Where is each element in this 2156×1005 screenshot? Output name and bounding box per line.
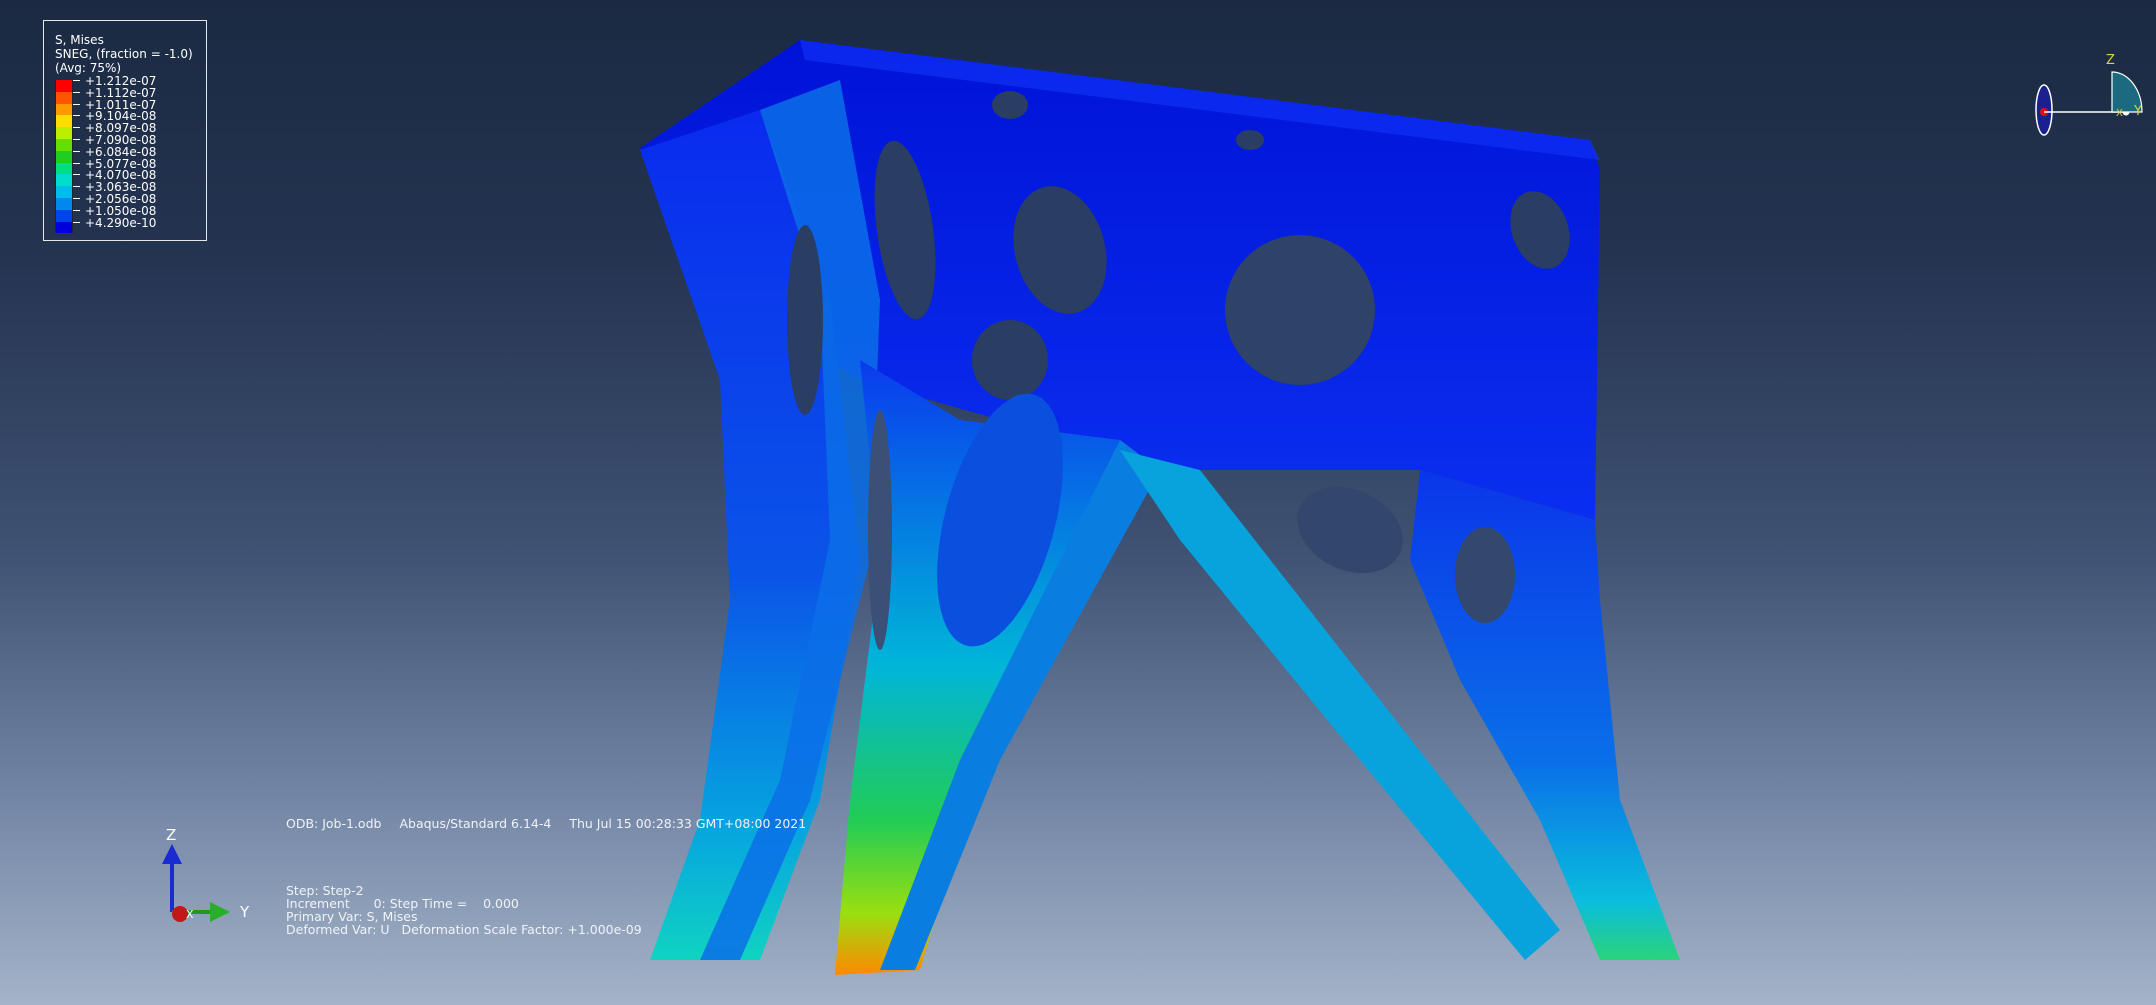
hole <box>1236 130 1264 150</box>
legend-tick <box>73 162 80 164</box>
triad-x-label: X <box>186 908 194 921</box>
legend-tick <box>73 103 80 105</box>
view-triad[interactable]: Z Y X <box>2030 50 2150 140</box>
hole <box>868 410 892 650</box>
hole <box>992 91 1028 119</box>
legend-tick <box>73 197 80 199</box>
legend-title: S, Mises <box>55 33 104 47</box>
hole <box>1455 527 1515 623</box>
deformed-var: Deformed Var: U Deformation Scale Factor… <box>286 922 642 937</box>
contour-legend: S, Mises SNEG, (fraction = -1.0) (Avg: 7… <box>43 20 207 241</box>
legend-value: +4.290e-10 <box>85 215 157 230</box>
legend-entry: +4.290e-10 <box>55 216 206 234</box>
hole <box>1297 486 1403 574</box>
triad-z-label: Z <box>166 826 176 844</box>
view-triad-x-label: X <box>2116 108 2123 119</box>
legend-tick <box>73 221 80 223</box>
legend-tick <box>73 91 80 93</box>
viewport-canvas[interactable]: S, Mises SNEG, (fraction = -1.0) (Avg: 7… <box>0 0 2156 1005</box>
legend-tick <box>73 115 80 117</box>
legend-tick <box>73 209 80 211</box>
legend-swatch <box>55 221 73 234</box>
hole <box>787 225 823 415</box>
legend-tick <box>73 186 80 188</box>
view-triad-z-label: Z <box>2106 53 2115 68</box>
legend-tick <box>73 174 80 176</box>
right-leg <box>1410 470 1680 960</box>
odb-info-line: ODB: Job-1.odb Abaqus/Standard 6.14-4 Thu … <box>286 816 824 831</box>
solver-version: Abaqus/Standard 6.14-4 <box>399 816 552 831</box>
legend-averaging: (Avg: 75%) <box>55 61 122 75</box>
legend-tick <box>73 127 80 129</box>
legend-scale: +1.212e-07 +1.112e-07 +1.011e-07 +9.104e-08… <box>55 74 206 234</box>
legend-tick <box>73 138 80 140</box>
legend-subtitle: SNEG, (fraction = -1.0) <box>55 47 193 61</box>
view-triad-y-label: Y <box>2133 104 2142 119</box>
contour-model[interactable] <box>0 0 2156 1005</box>
coordinate-triad: Z Y X <box>162 826 250 922</box>
step-info: Step: Step-2 Increment 0: Step Time = 0.… <box>286 884 642 936</box>
odb-date: Thu Jul 15 00:28:33 GMT+08:00 2021 <box>569 816 807 831</box>
legend-tick <box>73 80 80 81</box>
legend-tick <box>73 150 80 152</box>
odb-name: ODB: Job-1.odb <box>286 816 382 831</box>
triad-y-label: Y <box>239 903 250 921</box>
hole <box>972 320 1048 400</box>
